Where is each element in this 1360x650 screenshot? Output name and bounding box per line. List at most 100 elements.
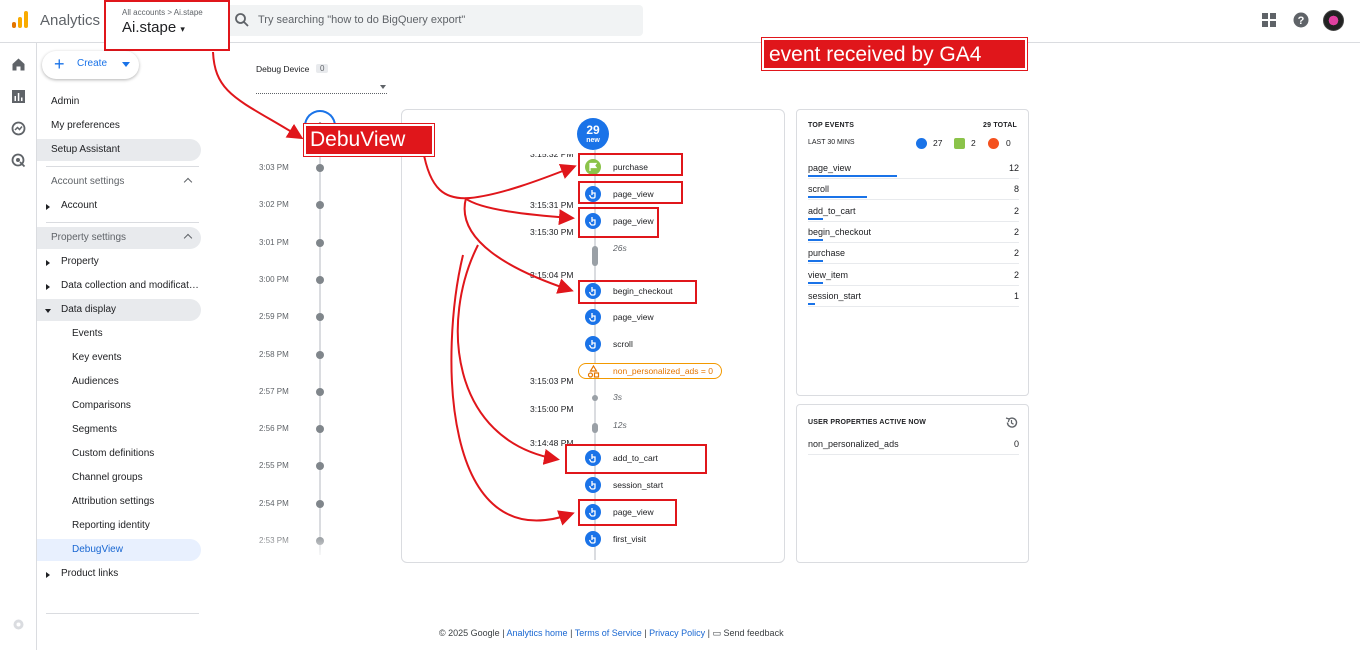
minute-dot[interactable]: [316, 313, 324, 322]
top-event-row[interactable]: purchase 2: [808, 243, 1019, 265]
minute-dot[interactable]: [316, 462, 324, 471]
annotation-highlight-box: [578, 280, 697, 304]
top-event-share-bar: [808, 217, 823, 220]
top-events-title: TOP EVENTS: [808, 122, 855, 129]
gear-icon[interactable]: [11, 617, 26, 632]
plus-icon: +: [54, 54, 65, 74]
event-pointer-icon: [585, 531, 601, 547]
time-gap-bar: [592, 246, 598, 266]
privacy-link[interactable]: Privacy Policy: [649, 628, 705, 638]
top-event-name: scroll: [808, 184, 830, 195]
search-bar[interactable]: [226, 5, 643, 36]
top-event-share-bar: [808, 302, 816, 305]
user-property-row[interactable]: non_personalized_ads 0: [808, 434, 1019, 455]
nav-setup-assistant[interactable]: Setup Assistant: [37, 139, 201, 161]
new-events-bubble[interactable]: 29 new: [577, 118, 609, 150]
minute-dot[interactable]: [316, 201, 324, 210]
expand-arrow-icon: [46, 204, 50, 210]
top-events-total: 29 TOTAL: [982, 122, 1017, 129]
nav-reporting-identity[interactable]: Reporting identity: [37, 515, 201, 537]
annotation-debugview: DebuView: [303, 123, 435, 157]
chevron-down-icon: ▾: [180, 24, 185, 34]
top-event-count: 12: [1008, 163, 1019, 173]
minute-dot[interactable]: [316, 387, 324, 396]
top-event-row[interactable]: session_start 1: [808, 286, 1019, 307]
avatar[interactable]: [1323, 10, 1344, 31]
create-label: Create: [77, 58, 108, 69]
nav-account-settings[interactable]: Account settings: [37, 171, 201, 193]
nav-events[interactable]: Events: [37, 323, 201, 345]
reports-icon[interactable]: [11, 89, 26, 104]
annotation-text: DebuView: [310, 128, 406, 151]
nav-label: Property: [61, 256, 99, 267]
annotation-highlight-box: [578, 207, 659, 238]
svg-text:?: ?: [1298, 15, 1305, 27]
minute-dot[interactable]: [316, 275, 324, 284]
nav-label: Custom definitions: [72, 448, 155, 459]
search-input[interactable]: [258, 11, 628, 29]
home-icon[interactable]: [11, 57, 26, 72]
error-count-icon: [988, 138, 999, 149]
nav-data-display[interactable]: Data display: [37, 299, 201, 321]
caret-down-icon: [122, 62, 130, 67]
analytics-home-link[interactable]: Analytics home: [507, 628, 568, 638]
duration-label: 26s: [613, 243, 627, 253]
analytics-logo-icon[interactable]: [10, 10, 30, 30]
create-button[interactable]: + Create: [42, 51, 139, 79]
timestamp: 3:15:30 PM: [530, 227, 574, 237]
top-event-row[interactable]: page_view 12: [808, 158, 1019, 179]
user-property-change[interactable]: non_personalized_ads = 0: [578, 363, 722, 379]
nav-attribution-settings[interactable]: Attribution settings: [37, 491, 201, 513]
history-icon[interactable]: [1005, 416, 1018, 429]
nav-label: My preferences: [51, 120, 120, 131]
annotation-highlight-box: [578, 499, 677, 526]
terms-link[interactable]: Terms of Service: [575, 628, 642, 638]
nav-property[interactable]: Property: [37, 251, 201, 273]
nav-product-links[interactable]: Product links: [37, 563, 201, 585]
minute-label: 2:56 PM: [259, 424, 289, 434]
apps-grid-icon[interactable]: [1262, 13, 1276, 27]
nav-account[interactable]: Account: [37, 195, 201, 217]
advertising-icon[interactable]: [11, 153, 26, 168]
timestamp: 3:15:04 PM: [530, 270, 574, 280]
nav-audiences[interactable]: Audiences: [37, 371, 201, 393]
minute-dot[interactable]: [316, 238, 324, 247]
nav-my-preferences[interactable]: My preferences: [37, 115, 201, 137]
minute-dot[interactable]: [316, 425, 324, 434]
duration-label: 3s: [613, 392, 622, 402]
collapse-arrow-icon: [45, 309, 51, 313]
nav-label: Segments: [72, 424, 118, 435]
nav-data-collection[interactable]: Data collection and modifications: [37, 275, 201, 297]
minute-dot[interactable]: [316, 350, 324, 359]
annotation-highlight-box: [578, 181, 683, 204]
nav-key-events[interactable]: Key events: [37, 347, 201, 369]
nav-comparisons[interactable]: Comparisons: [37, 395, 201, 417]
minute-label: 3:03 PM: [259, 163, 289, 172]
top-event-row[interactable]: scroll 8: [808, 179, 1019, 201]
nav-property-settings[interactable]: Property settings: [37, 227, 201, 249]
top-event-name: purchase: [808, 248, 846, 259]
minute-label: 2:59 PM: [259, 312, 289, 322]
top-event-row[interactable]: begin_checkout 2: [808, 222, 1019, 243]
help-icon[interactable]: ?: [1293, 12, 1309, 28]
minute-dot[interactable]: [316, 164, 324, 172]
top-event-row[interactable]: view_item 2: [808, 265, 1019, 286]
nav-label: Account: [61, 200, 98, 211]
new-events-label: new: [586, 137, 600, 144]
user-property-value: 0: [1013, 439, 1019, 449]
nav-custom-definitions[interactable]: Custom definitions: [37, 443, 201, 465]
event-name: page_view: [613, 312, 654, 322]
nav-channel-groups[interactable]: Channel groups: [37, 467, 201, 489]
nav-debugview[interactable]: DebugView: [37, 539, 201, 561]
top-event-row[interactable]: add_to_cart 2: [808, 201, 1019, 222]
debug-device-select[interactable]: [256, 80, 387, 94]
top-event-share-bar: [808, 238, 823, 241]
nav-label: Reporting identity: [72, 520, 150, 531]
footer: © 2025 Google | Analytics home | Terms o…: [439, 628, 784, 638]
top-event-share-bar: [808, 281, 823, 284]
nav-admin[interactable]: Admin: [37, 91, 201, 113]
send-feedback-link[interactable]: Send feedback: [724, 628, 784, 638]
nav-segments[interactable]: Segments: [37, 419, 201, 441]
explore-icon[interactable]: [11, 121, 26, 136]
minute-dot[interactable]: [316, 499, 324, 508]
